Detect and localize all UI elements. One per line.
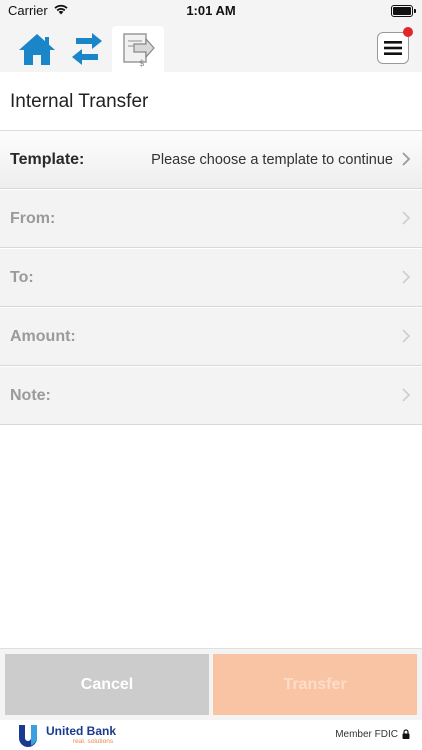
transfer-button[interactable] <box>64 26 110 72</box>
home-icon <box>19 34 55 65</box>
transfer-arrows-icon <box>72 33 102 65</box>
clock: 1:01 AM <box>186 3 236 18</box>
template-value: Please choose a template to continue <box>151 152 393 168</box>
template-label: Template: <box>10 151 85 168</box>
to-row[interactable]: To: <box>0 249 422 307</box>
from-label: From: <box>10 210 56 227</box>
lock-icon <box>402 729 410 739</box>
action-bar: Cancel Transfer <box>0 648 422 721</box>
amount-label: Amount: <box>10 328 76 345</box>
notification-badge <box>403 27 413 37</box>
page-header: Internal Transfer <box>0 72 422 131</box>
bank-name: United Bank <box>46 724 117 738</box>
chevron-right-icon <box>402 388 411 402</box>
note-row[interactable]: Note: <box>0 367 422 425</box>
battery-icon <box>391 5 416 17</box>
united-bank-logo-icon <box>19 725 37 747</box>
from-row[interactable]: From: <box>0 190 422 248</box>
top-toolbar: $ <box>0 22 422 72</box>
to-label: To: <box>10 269 34 286</box>
member-fdic: Member FDIC <box>335 729 398 740</box>
chevron-right-icon <box>402 329 411 343</box>
chevron-right-icon <box>402 211 411 225</box>
template-row[interactable]: Template: Please choose a template to co… <box>0 131 422 189</box>
bank-tagline: real. solutions <box>73 738 114 745</box>
hamburger-menu-icon <box>384 41 402 55</box>
svg-text:$: $ <box>139 59 145 68</box>
home-button[interactable] <box>14 26 60 72</box>
transfer-submit-button[interactable]: Transfer <box>213 654 417 715</box>
amount-row[interactable]: Amount: <box>0 308 422 366</box>
bank-footer: United Bank real. solutions Member FDIC <box>0 720 422 750</box>
status-bar: Carrier 1:01 AM <box>0 0 422 22</box>
chevron-right-icon <box>402 270 411 284</box>
template-transfer-button[interactable]: $ <box>112 26 164 72</box>
page-title: Internal Transfer <box>10 91 149 112</box>
transfer-template-icon: $ <box>123 33 155 68</box>
note-label: Note: <box>10 387 51 404</box>
cancel-button[interactable]: Cancel <box>5 654 209 715</box>
menu-button[interactable] <box>377 27 413 64</box>
chevron-right-icon <box>402 152 411 166</box>
